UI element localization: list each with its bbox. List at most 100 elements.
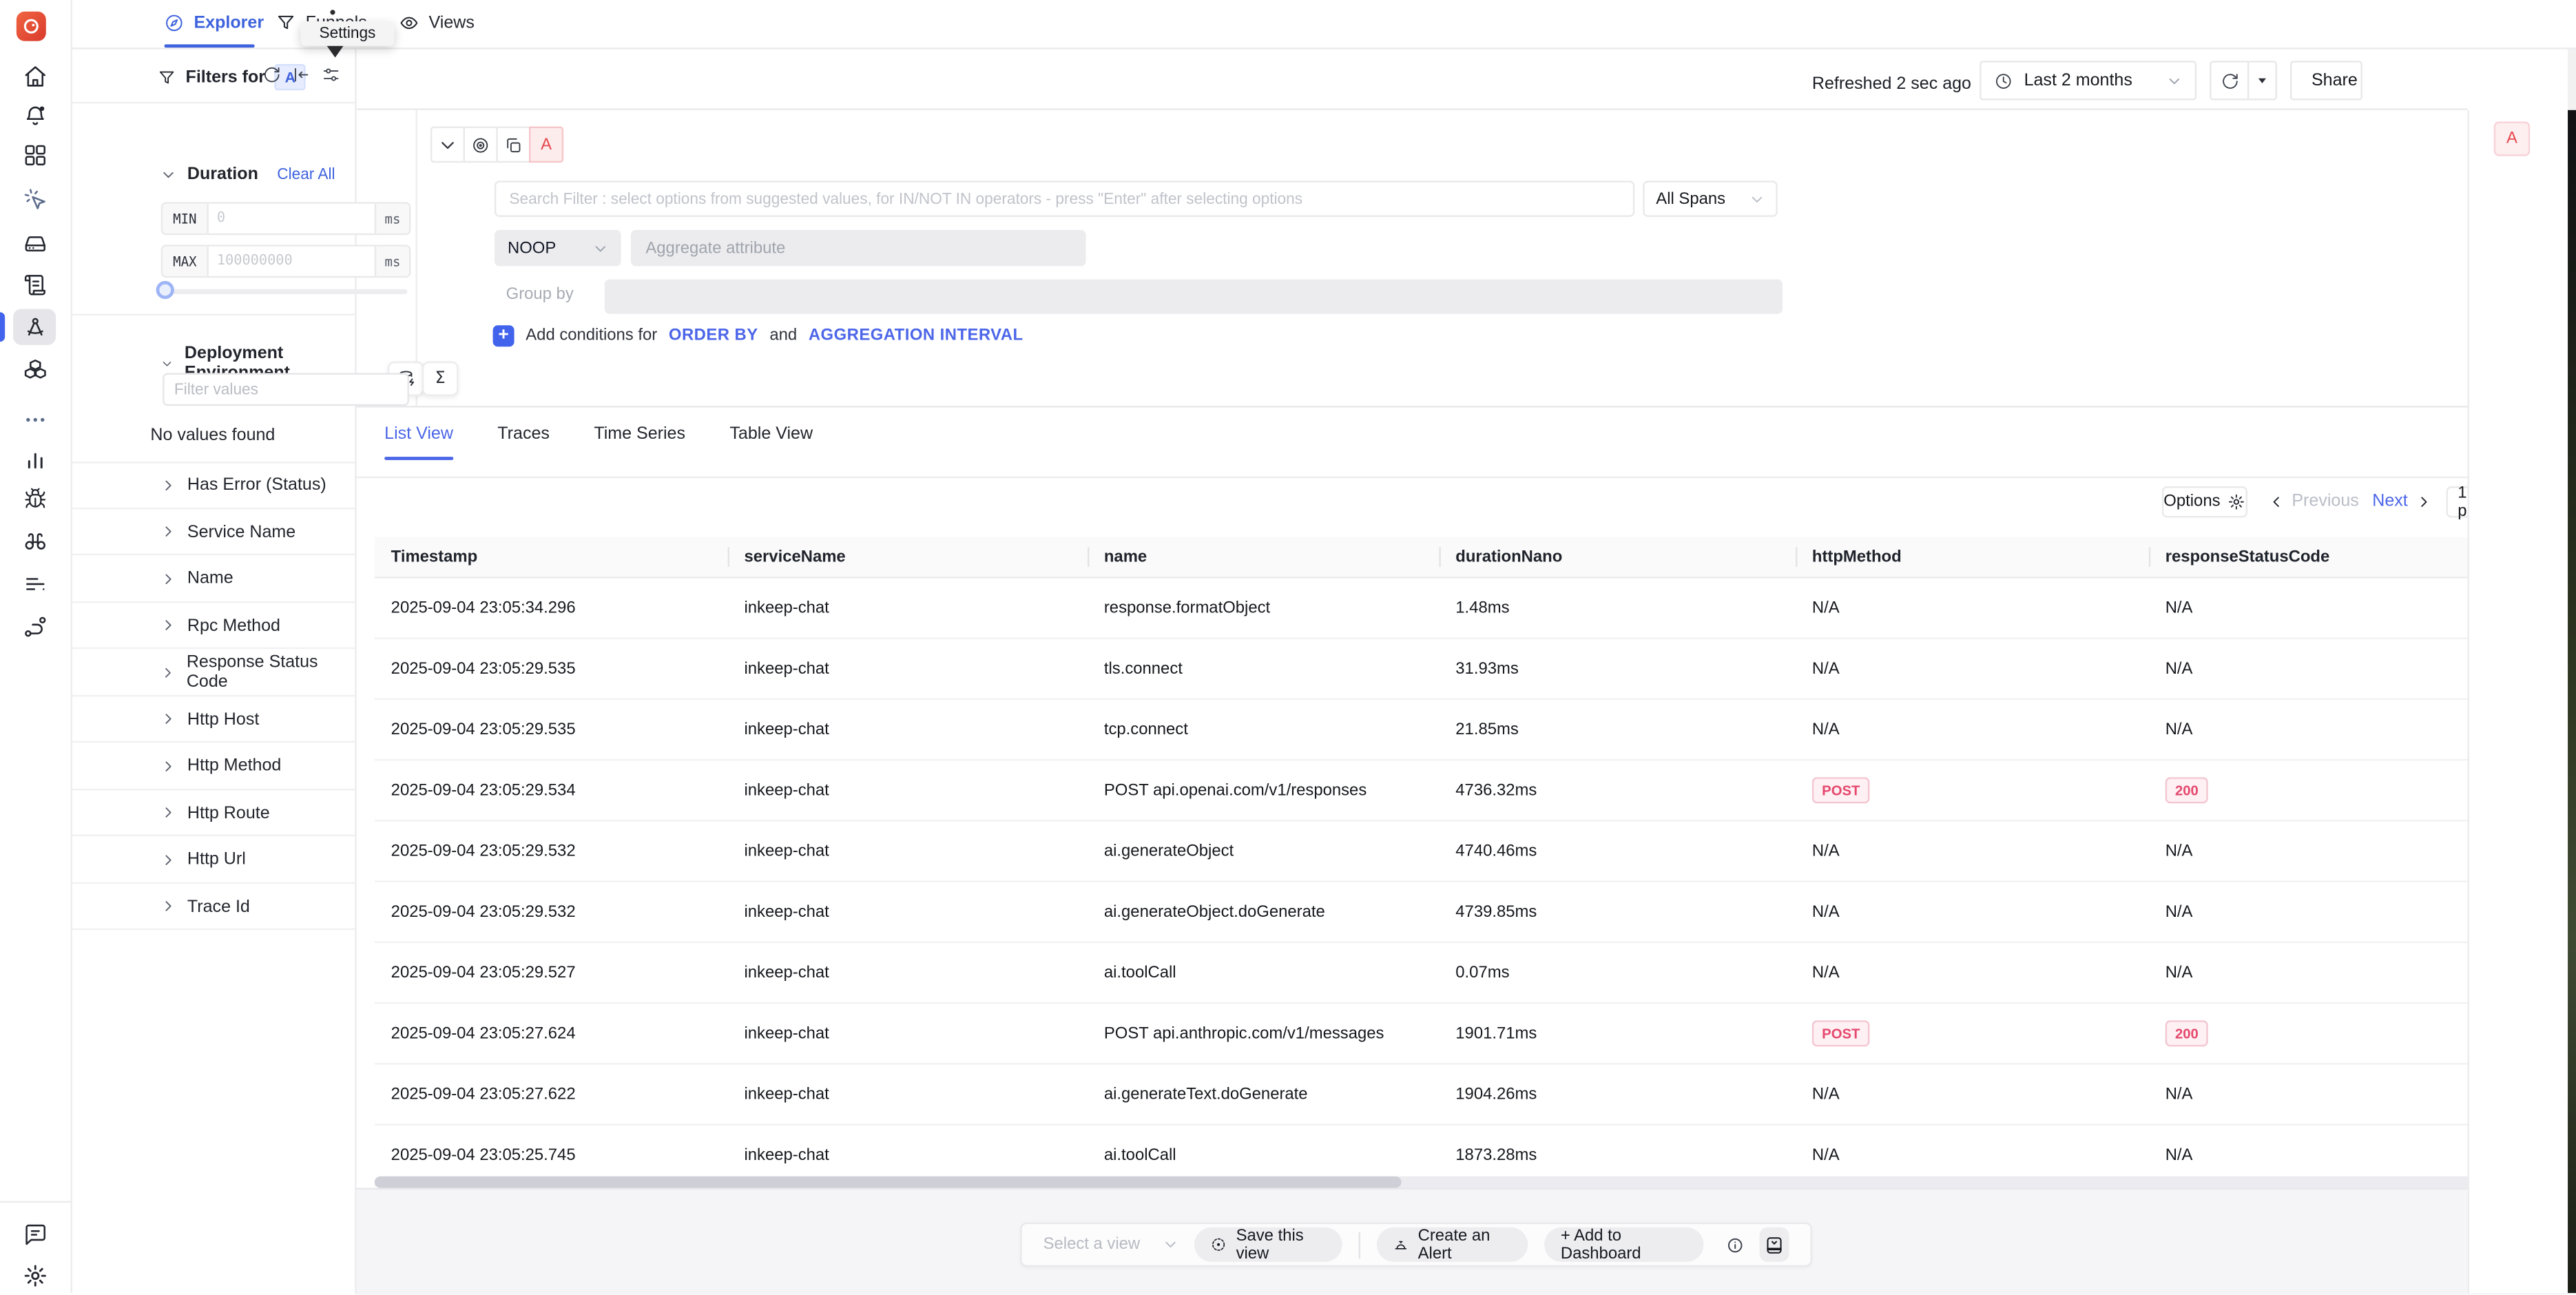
duration-max-input[interactable] (209, 247, 375, 276)
duration-min-input[interactable] (209, 204, 375, 234)
filter-section-trace-id[interactable]: Trace Id (71, 884, 355, 930)
gear-icon (2228, 493, 2245, 511)
column-header-durationNano[interactable]: durationNano (1439, 537, 1796, 577)
collapse-query-button[interactable] (430, 127, 465, 163)
group-by-input[interactable] (605, 279, 1783, 313)
aggregate-op-select[interactable]: NOOP (495, 230, 621, 266)
refresh-split-button (2210, 61, 2277, 100)
filter-section-service-name[interactable]: Service Name (71, 509, 355, 555)
select-view-dropdown[interactable]: Select a view (1043, 1236, 1178, 1254)
sidebar-item-home[interactable] (13, 57, 56, 93)
tab-views[interactable]: Views (399, 0, 475, 46)
tab-explorer[interactable]: Explorer (165, 0, 264, 46)
filter-section-http-method[interactable]: Http Method (71, 743, 355, 789)
sync-icon[interactable] (263, 65, 281, 83)
add-condition-button[interactable]: + (493, 325, 515, 346)
min-unit: ms (375, 204, 409, 234)
sidebar-item-service-map[interactable] (13, 522, 56, 558)
table-row[interactable]: 2025-09-04 23:05:29.527inkeep-chatai.too… (375, 943, 2548, 1004)
variant-a-badge[interactable]: A (2494, 122, 2530, 156)
filter-section-has-error-status[interactable]: Has Error (Status) (71, 462, 355, 508)
previous-page-button[interactable]: Previous (2269, 491, 2359, 511)
filter-section-name[interactable]: Name (71, 556, 355, 602)
filter-section-http-url[interactable]: Http Url (71, 837, 355, 883)
filter-section-label: Http Host (187, 709, 259, 729)
sidebar-item-integrations[interactable] (13, 351, 56, 387)
refresh-options-button[interactable] (2248, 63, 2276, 99)
refresh-button[interactable] (2211, 63, 2247, 99)
table-row[interactable]: 2025-09-04 23:05:29.535inkeep-chattcp.co… (375, 700, 2548, 760)
query-toolbar: A (430, 127, 563, 163)
active-tab-underline (165, 44, 255, 48)
sidebar-item-pipelines[interactable] (13, 566, 56, 601)
aggregation-interval-link[interactable]: AGGREGATION INTERVAL (809, 327, 1024, 345)
search-filter-input[interactable] (495, 180, 1634, 216)
sidebar-item-infrastructure[interactable] (13, 223, 56, 259)
sidebar-item-traces[interactable] (13, 309, 56, 344)
signoz-logo[interactable] (17, 12, 46, 41)
add-to-dashboard-button[interactable]: + Add to Dashboard (1544, 1227, 1703, 1262)
table-row[interactable]: 2025-09-04 23:05:34.296inkeep-chatrespon… (375, 579, 2548, 639)
filter-section-http-route[interactable]: Http Route (71, 790, 355, 836)
column-header-Timestamp[interactable]: Timestamp (375, 537, 728, 577)
filter-section-label: Trace Id (187, 896, 250, 916)
view-tab-table-view[interactable]: Table View (729, 424, 813, 459)
drafting-compass-icon (22, 315, 47, 340)
horizontal-scrollbar-thumb[interactable] (375, 1177, 1402, 1188)
clone-query-button[interactable] (496, 127, 530, 163)
sidebar-item-alerts[interactable] (13, 97, 56, 133)
clear-all-link[interactable]: Clear All (277, 166, 335, 184)
duration-slider-track[interactable] (161, 289, 408, 294)
sidebar-item-services[interactable] (13, 180, 56, 216)
table-row[interactable]: 2025-09-04 23:05:29.532inkeep-chatai.gen… (375, 882, 2548, 943)
view-tab-traces[interactable]: Traces (497, 424, 550, 459)
column-header-serviceName[interactable]: serviceName (728, 537, 1088, 577)
time-range-select[interactable]: Last 2 months (1980, 61, 2196, 100)
aggregate-attribute-input[interactable] (631, 230, 1086, 266)
filter-settings-icon[interactable] (322, 65, 340, 83)
create-alert-button[interactable]: Create an Alert (1376, 1227, 1528, 1262)
share-button[interactable]: Share (2290, 61, 2362, 100)
save-view-button[interactable]: Save this view (1194, 1227, 1342, 1262)
table-row[interactable]: 2025-09-04 23:05:29.534inkeep-chatPOST a… (375, 760, 2548, 821)
cell-serviceName: inkeep-chat (728, 1085, 1088, 1103)
status-badge: 200 (2165, 1020, 2208, 1046)
table-row[interactable]: 2025-09-04 23:05:29.535inkeep-chattls.co… (375, 639, 2548, 700)
sidebar-item-metrics[interactable] (13, 440, 56, 476)
shortcuts-button[interactable] (1759, 1227, 1789, 1262)
table-row[interactable]: 2025-09-04 23:05:27.622inkeep-chatai.gen… (375, 1065, 2548, 1126)
sidebar-item-logs[interactable] (13, 266, 56, 302)
action-bar-divider (1358, 1232, 1360, 1258)
table-row[interactable]: 2025-09-04 23:05:27.624inkeep-chatPOST a… (375, 1004, 2548, 1064)
view-tab-time-series[interactable]: Time Series (594, 424, 685, 459)
query-variant-rail (2468, 110, 2570, 1293)
sidebar-item-messaging-queues[interactable] (13, 608, 56, 644)
filter-section-response-status-code[interactable]: Response Status Code (71, 650, 355, 696)
sidebar-item-support[interactable] (13, 1216, 56, 1252)
filter-section-rpc-method[interactable]: Rpc Method (71, 603, 355, 649)
duration-section-header[interactable]: Duration (161, 165, 258, 185)
view-tab-list-view[interactable]: List View (384, 424, 453, 459)
toggle-query-button[interactable] (464, 127, 498, 163)
cell-Timestamp: 2025-09-04 23:05:29.534 (375, 781, 728, 799)
query-variant-badge[interactable]: A (529, 127, 563, 163)
collapse-panel-icon[interactable] (293, 65, 311, 83)
duration-slider-handle[interactable] (156, 281, 174, 299)
sidebar-item-exceptions[interactable] (13, 479, 56, 515)
table-row[interactable]: 2025-09-04 23:05:29.532inkeep-chatai.gen… (375, 822, 2548, 882)
formula-button[interactable]: Σ (422, 362, 458, 396)
and-text: and (769, 327, 797, 345)
next-page-button[interactable]: Next (2372, 491, 2431, 511)
options-button[interactable]: Options (2162, 486, 2247, 517)
sidebar-item-settings[interactable] (13, 1257, 56, 1293)
filter-section-http-host[interactable]: Http Host (71, 696, 355, 743)
deployment-filter-input[interactable] (163, 373, 409, 406)
info-icon[interactable] (1726, 1234, 1743, 1254)
sidebar-item-more[interactable] (13, 401, 56, 437)
chevron-right-icon (161, 758, 176, 773)
span-scope-select[interactable]: All Spans (1643, 180, 1778, 216)
sidebar-item-dashboards[interactable] (13, 136, 56, 172)
column-header-name[interactable]: name (1088, 537, 1439, 577)
column-header-httpMethod[interactable]: httpMethod (1796, 537, 2149, 577)
order-by-link[interactable]: ORDER BY (669, 327, 758, 345)
